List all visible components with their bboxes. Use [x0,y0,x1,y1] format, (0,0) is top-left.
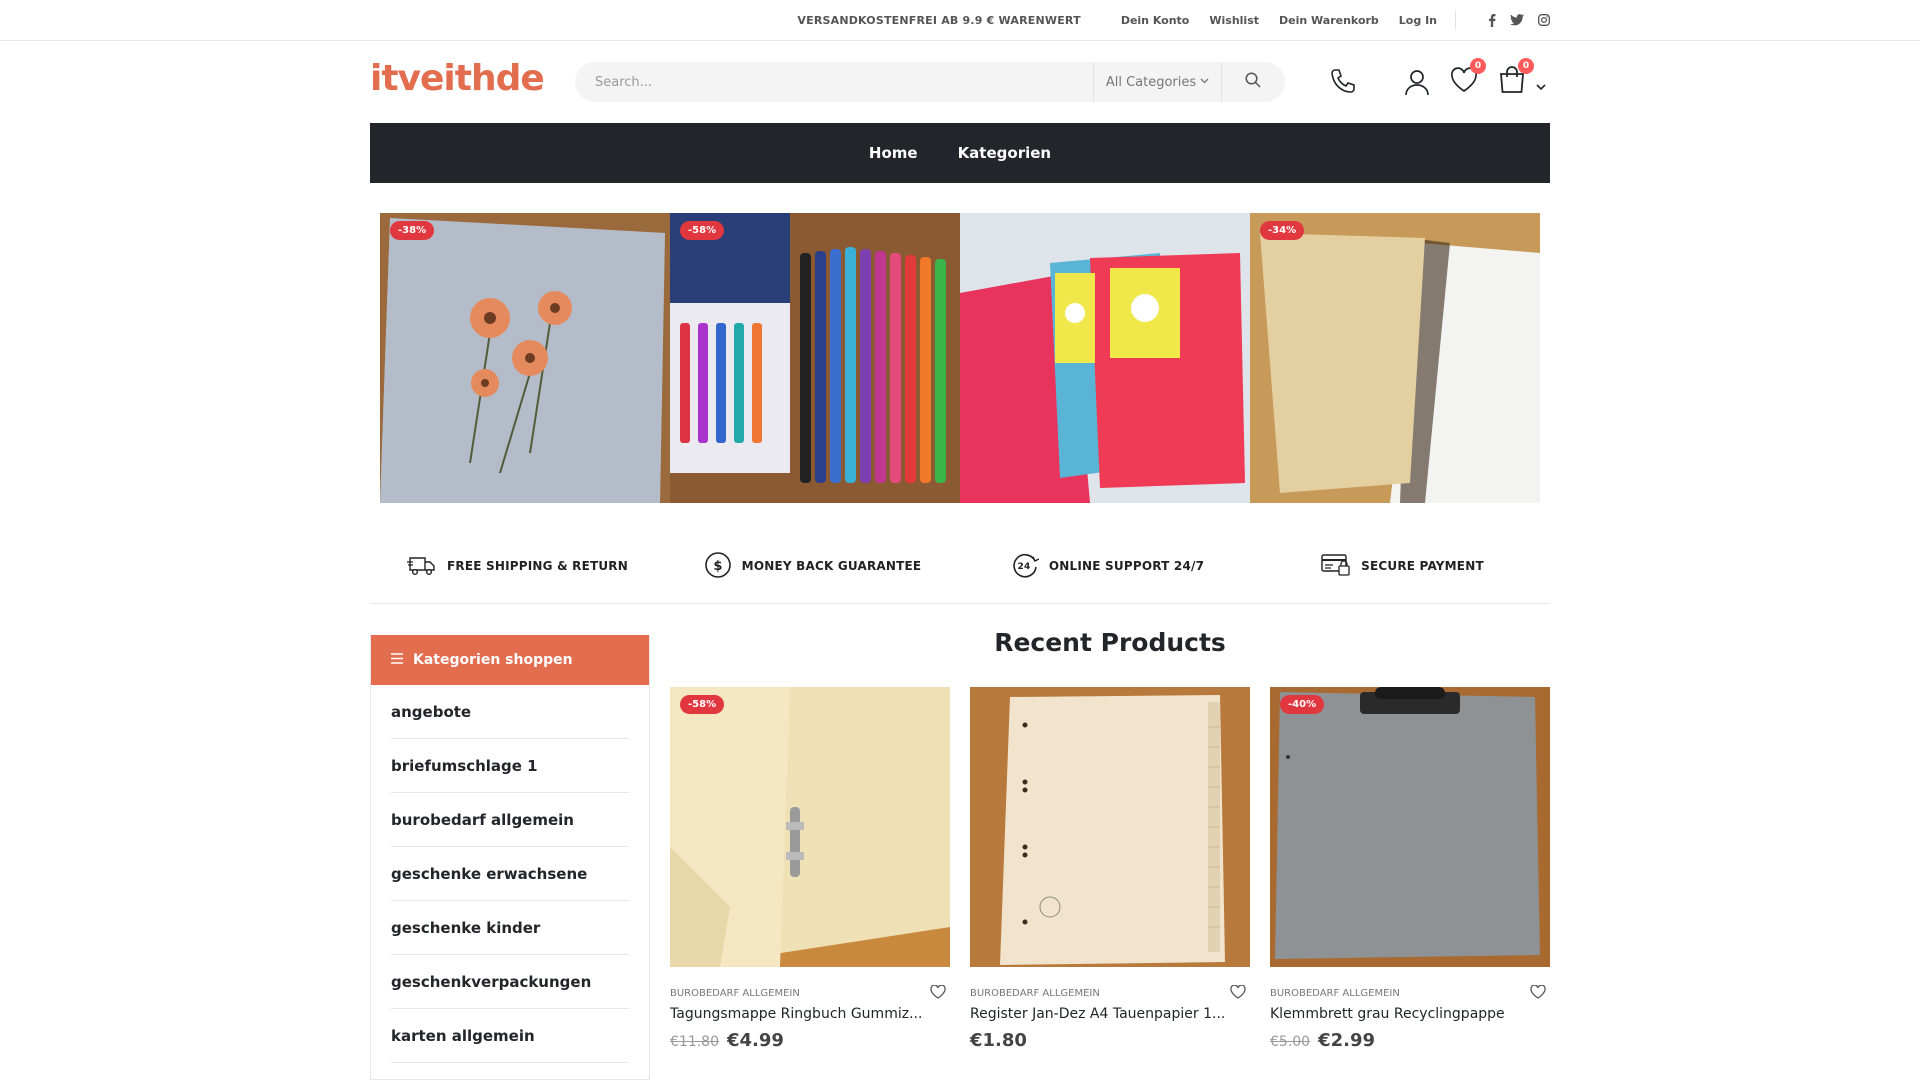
divider [1455,11,1456,29]
product-banner: -38% -58% -34% [380,213,1540,503]
support-24-icon: 24 [1011,551,1049,582]
ring-binder-image [670,687,950,967]
feature-online-support: 24 ONLINE SUPPORT 24/7 [960,540,1255,592]
banner-tile-paper[interactable]: -34% [1250,213,1540,503]
nav-kategorien[interactable]: Kategorien [958,144,1052,162]
current-price: €1.80 [970,1030,1027,1051]
twitter-icon[interactable] [1510,14,1524,26]
category-sidebar: Kategorien shoppen angebote briefumschla… [370,635,650,1080]
cart-link[interactable]: Dein Warenkorb [1279,14,1379,27]
nav-home[interactable]: Home [869,144,918,162]
site-logo[interactable]: itveithde [370,58,545,99]
secure-card-icon [1321,553,1361,580]
search-bar: All Categories [575,62,1285,102]
feature-label: ONLINE SUPPORT 24/7 [1048,559,1205,573]
heart-icon[interactable] [1530,984,1546,1002]
banner-tile-flower-card[interactable]: -38% [380,213,670,503]
product-category[interactable]: BUROBEDARF ALLGEMEIN [1270,988,1400,999]
search-input[interactable] [575,62,1093,102]
feature-label: FREE SHIPPING & RETURN [447,559,628,573]
sidebar-item-angebote[interactable]: angebote [391,685,629,739]
sidebar-item-briefumschlage[interactable]: briefumschlage 1 [391,739,629,793]
wishlist-button[interactable]: 0 [1446,58,1486,100]
discount-badge: -58% [680,221,725,240]
sidebar-item-geschenke-erwachsene[interactable]: geschenke erwachsene [391,847,629,901]
dollar-circle-icon: $ [704,551,742,582]
user-icon[interactable] [1399,64,1435,100]
account-link[interactable]: Dein Konto [1121,14,1190,27]
discount-badge: -40% [1280,695,1325,714]
cart-button[interactable]: 0 [1494,58,1534,100]
category-select[interactable]: All Categories [1093,62,1221,102]
category-select-label: All Categories [1105,74,1197,90]
sidebar-item-burobedarf[interactable]: burobedarf allgemein [391,793,629,847]
wishlist-count-badge: 0 [1470,58,1486,74]
sidebar-title: Kategorien shoppen [413,652,573,668]
sidebar-item-karten-allgemein[interactable]: karten allgemein [391,1009,629,1063]
discount-badge: -38% [390,221,435,240]
shipping-promo: VERSANDKOSTENFREI AB 9.9 € WARENWERT [797,13,1081,27]
sidebar-item-geschenkverpackungen[interactable]: geschenkverpackungen [391,955,629,1009]
svg-text:24: 24 [1017,562,1030,572]
clipboard-image [1270,687,1550,967]
wishlist-link[interactable]: Wishlist [1209,14,1259,27]
product-price: €11.80 €4.99 [670,1030,950,1051]
banner-tile-pens[interactable]: -58% [670,213,960,503]
product-price: €5.00 €2.99 [1270,1030,1550,1051]
discount-badge: -34% [1260,221,1305,240]
svg-text:$: $ [713,559,722,574]
product-card: -40% BUROBEDARF ALLGEMEIN Klemmbrett gra… [1270,687,1550,1051]
current-price: €2.99 [1318,1030,1376,1051]
product-image[interactable]: -58% [670,687,950,967]
truck-icon [407,554,447,579]
instagram-icon[interactable] [1538,14,1550,26]
menu-icon [391,652,403,668]
product-card: BUROBEDARF ALLGEMEIN Register Jan-Dez A4… [970,687,1250,1051]
product-name[interactable]: Tagungsmappe Ringbuch Gummiz... [670,1006,950,1022]
facebook-icon[interactable] [1488,13,1496,27]
feature-secure-payment: SECURE PAYMENT [1255,540,1550,592]
product-name[interactable]: Klemmbrett grau Recyclingpappe [1270,1006,1550,1022]
banner-tile-notebooks[interactable] [960,213,1250,503]
feature-free-shipping: FREE SHIPPING & RETURN [370,540,665,592]
product-card: -58% BUROBEDARF ALLGEMEIN Tagungsmappe R… [670,687,950,1051]
features-bar: FREE SHIPPING & RETURN $ MONEY BACK GUAR… [370,540,1550,604]
old-price: €11.80 [670,1034,719,1050]
cart-count-badge: 0 [1518,58,1534,74]
product-name[interactable]: Register Jan-Dez A4 Tauenpapier 1... [970,1006,1250,1022]
cart-dropdown-chevron-icon[interactable] [1536,76,1546,95]
login-link[interactable]: Log In [1399,14,1437,27]
top-bar: VERSANDKOSTENFREI AB 9.9 € WARENWERT Dei… [0,0,1920,41]
heart-icon[interactable] [1230,984,1246,1002]
notebooks-image [960,213,1250,503]
sidebar-header[interactable]: Kategorien shoppen [371,635,649,685]
feature-label: MONEY BACK GUARANTEE [741,559,922,573]
section-title: Recent Products [994,628,1226,657]
heart-icon[interactable] [930,984,946,1002]
pens-image [670,213,960,503]
feature-label: SECURE PAYMENT [1361,559,1484,573]
main-nav: Home Kategorien [370,123,1550,183]
flower-card-image [380,213,670,503]
current-price: €4.99 [727,1030,784,1051]
search-icon [1244,72,1261,92]
chevron-down-icon [1200,77,1209,87]
feature-money-back: $ MONEY BACK GUARANTEE [665,540,960,592]
search-button[interactable] [1221,62,1283,102]
sidebar-item-geschenke-kinder[interactable]: geschenke kinder [391,901,629,955]
product-category[interactable]: BUROBEDARF ALLGEMEIN [970,988,1100,999]
product-image[interactable]: -40% [1270,687,1550,967]
discount-badge: -58% [680,695,725,714]
phone-icon[interactable] [1325,64,1361,100]
product-category[interactable]: BUROBEDARF ALLGEMEIN [670,988,800,999]
register-paper-image [970,687,1250,967]
paper-image [1250,213,1540,503]
product-image[interactable] [970,687,1250,967]
old-price: €5.00 [1270,1034,1311,1050]
product-price: €1.80 [970,1030,1250,1051]
